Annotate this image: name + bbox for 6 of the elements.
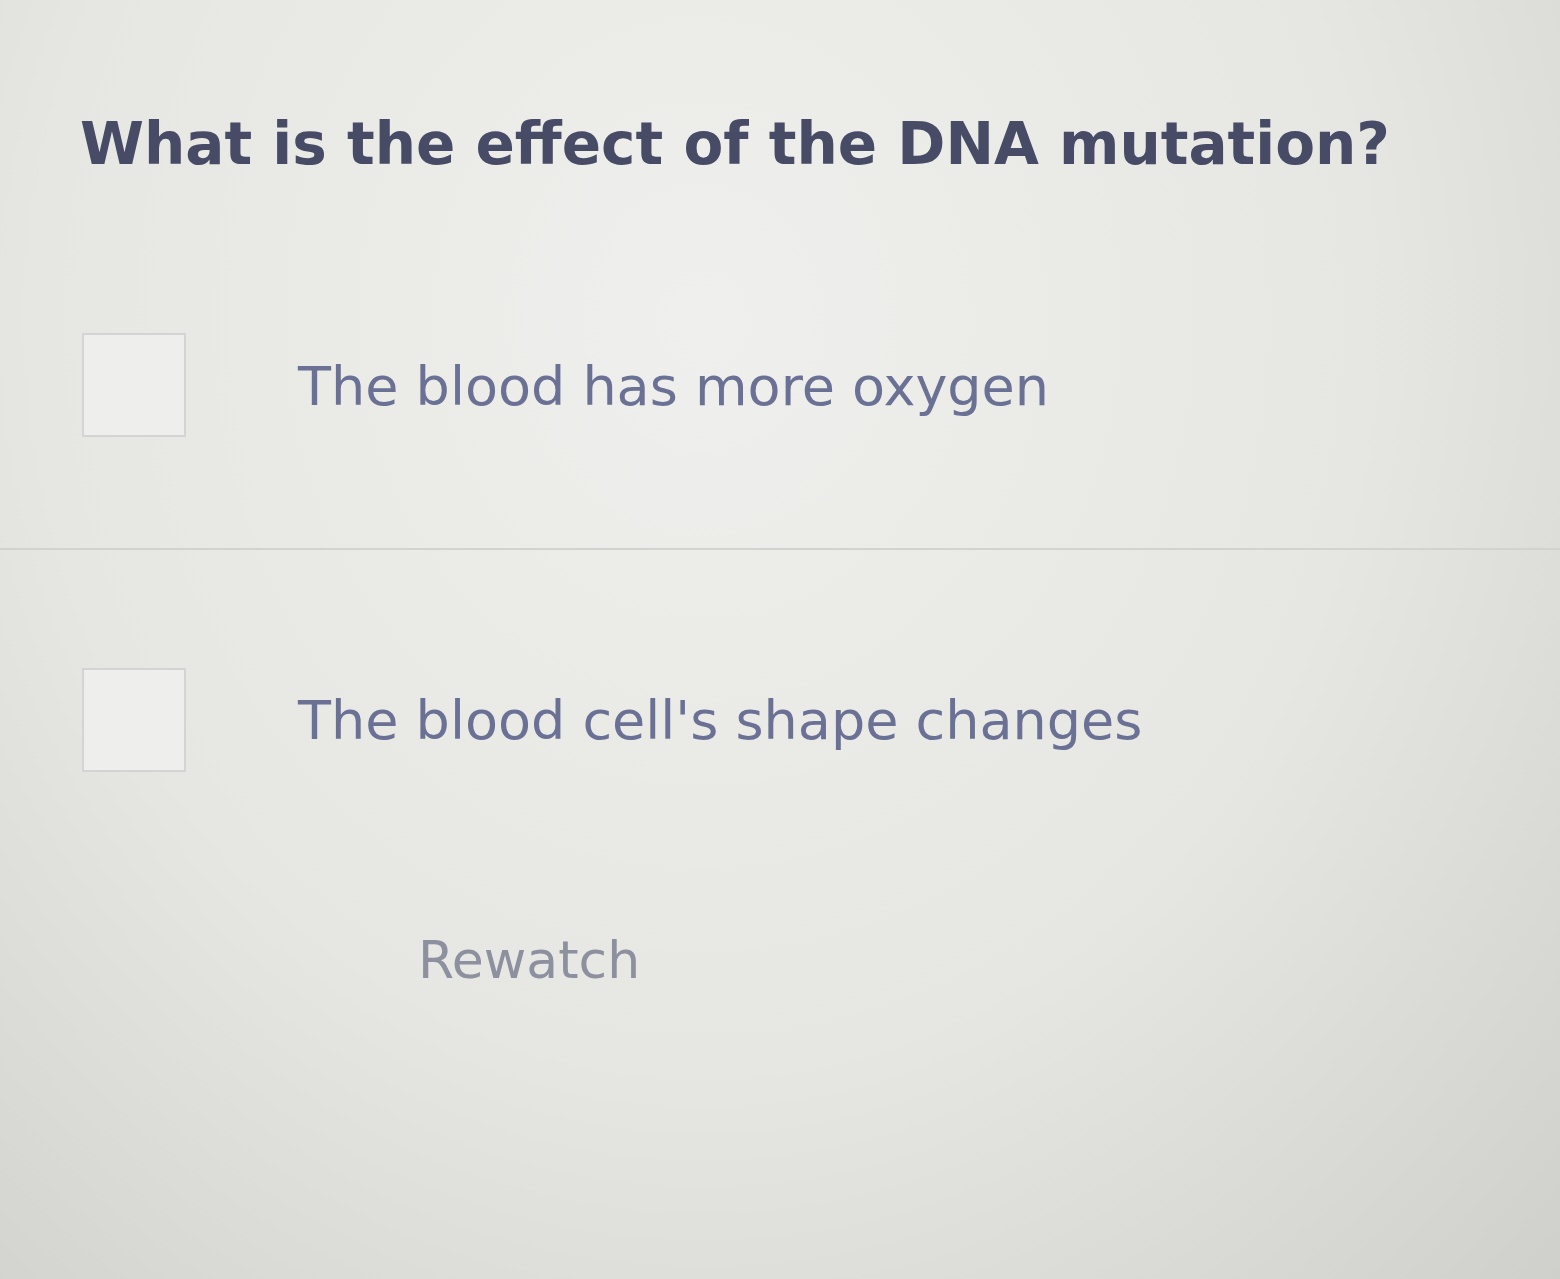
rewatch-link[interactable]: Rewatch xyxy=(418,930,641,990)
option-label[interactable]: The blood has more oxygen xyxy=(298,355,1050,418)
question-text: What is the effect of the DNA mutation? xyxy=(80,110,1391,178)
option-label[interactable]: The blood cell's shape changes xyxy=(298,688,1143,752)
checkbox[interactable] xyxy=(82,333,186,437)
checkbox[interactable] xyxy=(82,668,186,772)
